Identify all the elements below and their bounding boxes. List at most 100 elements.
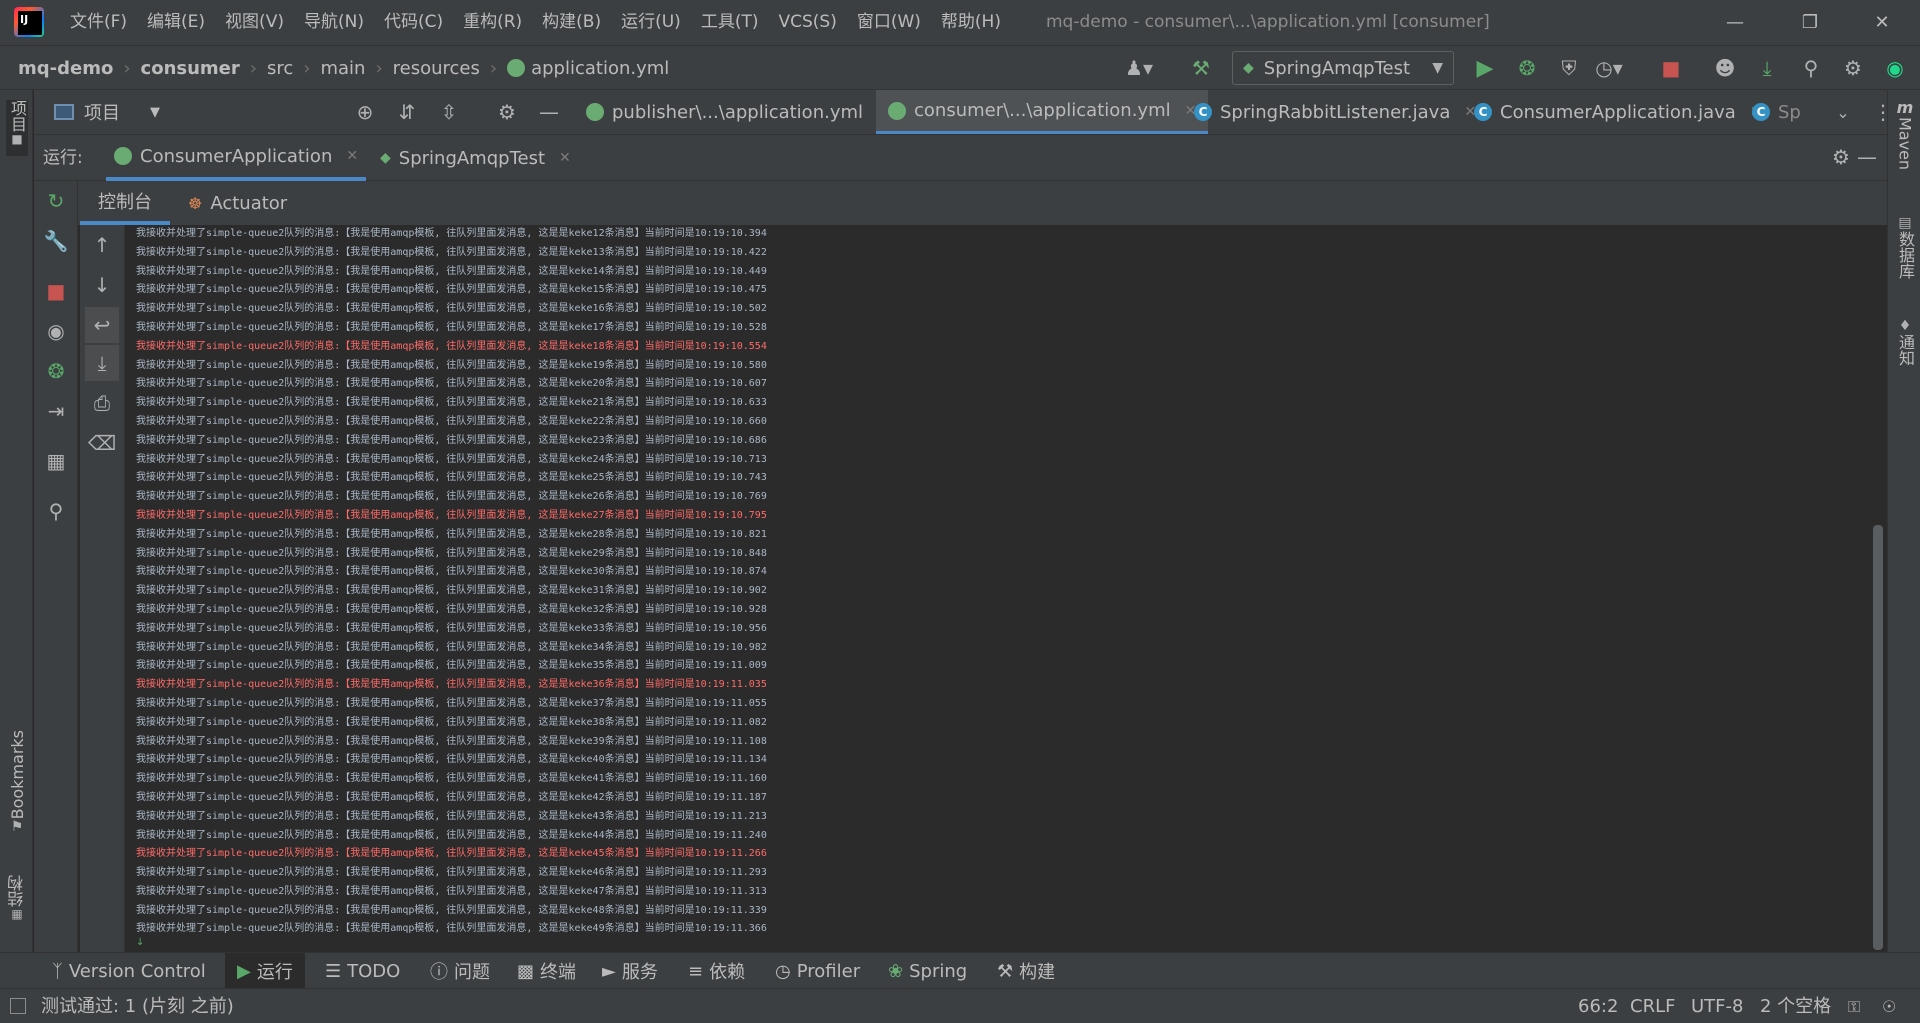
hide-run-panel-icon[interactable]: — — [1848, 135, 1886, 179]
locate-target-icon[interactable]: ⊕ — [346, 90, 384, 134]
tool-problems[interactable]: ⓘ 问题 — [418, 953, 502, 989]
file-encoding[interactable]: UTF-8 — [1691, 989, 1743, 1023]
build-hammer-icon[interactable]: ⚒ — [1182, 46, 1220, 90]
tool-profiler[interactable]: ◷ Profiler — [763, 953, 872, 989]
scroll-to-end-icon[interactable]: ⤓ — [85, 345, 119, 381]
breadcrumb-project[interactable]: mq-demo — [18, 58, 113, 79]
indent-setting[interactable]: 2 个空格 — [1760, 989, 1831, 1023]
menu-tools[interactable]: 工具(T) — [691, 0, 769, 45]
tool-spring[interactable]: ❀ Spring — [876, 953, 979, 989]
menu-file[interactable]: 文件(F) — [60, 0, 137, 45]
hide-panel-icon[interactable]: — — [530, 90, 568, 134]
show-hidden-tabs-chevron-icon[interactable]: ⌄ — [1824, 90, 1862, 134]
rerun-icon[interactable]: ↻ — [34, 181, 78, 221]
clear-trash-icon[interactable]: ⌫ — [80, 423, 124, 463]
menu-vcs[interactable]: VCS(S) — [768, 0, 846, 45]
tool-build[interactable]: ⚒ 构建 — [985, 953, 1067, 989]
menu-window[interactable]: 窗口(W) — [847, 0, 931, 45]
print-icon[interactable]: ⎙ — [80, 383, 124, 423]
structure-tool-button[interactable]: 结构 ▦ — [6, 875, 28, 921]
database-tool-button[interactable]: ▤ 数据库 — [1894, 215, 1916, 279]
status-message[interactable]: 测试通过: 1 (片刻 之前) — [41, 989, 234, 1023]
user-account-icon[interactable]: ♟▾ — [1120, 46, 1158, 90]
layout-icon[interactable]: ▦ — [34, 441, 78, 481]
project-tool-button[interactable]: 项目 ■ — [6, 100, 28, 156]
profile-icon[interactable]: ◷▾ — [1590, 46, 1628, 90]
lock-icon[interactable]: ⚿ — [1848, 989, 1860, 1023]
tool-version-control[interactable]: ᛉ Version Control — [40, 953, 218, 989]
breadcrumb-file[interactable]: application.yml — [531, 58, 669, 79]
edit-config-wrench-icon[interactable]: 🔧 — [34, 221, 78, 261]
run-play-icon[interactable]: ▶ — [1466, 46, 1504, 90]
close-window-button[interactable]: ✕ — [1852, 0, 1912, 45]
menu-navigate[interactable]: 导航(N) — [294, 0, 374, 45]
menu-run[interactable]: 运行(U) — [611, 0, 691, 45]
status-panel-toggle-icon[interactable] — [10, 998, 26, 1014]
thread-dump-camera-icon[interactable]: ◉ — [34, 311, 78, 351]
cursor-position[interactable]: 66:2 — [1578, 989, 1618, 1023]
tool-services[interactable]: ► 服务 — [590, 953, 670, 989]
intellij-logo-icon[interactable] — [14, 7, 44, 37]
tab-consumer-application-yml[interactable]: consumer\...\application.yml ✕ — [876, 90, 1209, 134]
breadcrumb-module[interactable]: consumer — [141, 58, 240, 79]
line-separator[interactable]: CRLF — [1630, 989, 1675, 1023]
exit-icon[interactable]: ⇥ — [34, 391, 78, 431]
expand-all-icon[interactable]: ⇵ — [388, 90, 426, 134]
project-settings-gear-icon[interactable]: ⚙ — [488, 90, 526, 134]
close-icon[interactable]: ✕ — [346, 148, 358, 164]
tool-dependencies[interactable]: ≡ 依赖 — [676, 953, 757, 989]
menu-refactor[interactable]: 重构(R) — [453, 0, 532, 45]
tab-sp-truncated[interactable]: C Sp — [1740, 90, 1820, 134]
bookmarks-tool-button[interactable]: Bookmarks ⚑ — [6, 730, 28, 835]
breadcrumb-main[interactable]: main — [320, 58, 365, 79]
scroll-up-arrow-icon[interactable]: ↑ — [80, 225, 124, 265]
tab-console[interactable]: 控制台 — [80, 181, 170, 225]
run-tab-consumer-application[interactable]: ConsumerApplication ✕ — [106, 135, 367, 181]
run-action-toolbar: ↻ 🔧 ■ ◉ ❂ ⇥ ▦ ⚲ — [34, 181, 78, 952]
coverage-icon[interactable]: ⛨ — [1550, 46, 1588, 90]
console-output[interactable]: 我接收并处理了simple-queue2队列的消息:【我是使用amqp模板, 往… — [126, 225, 1868, 952]
tool-terminal[interactable]: ▩ 终端 — [505, 953, 588, 989]
notifications-tool-button[interactable]: ♦ 通知 — [1894, 318, 1916, 366]
tab-spring-rabbit-listener[interactable]: C SpringRabbitListener.java ✕ — [1182, 90, 1488, 134]
inspection-icon[interactable]: ☉ — [1882, 989, 1896, 1023]
settings-gear-icon[interactable]: ⚙ — [1834, 46, 1872, 90]
search-icon[interactable]: ⚲ — [1792, 46, 1830, 90]
soft-wrap-icon[interactable]: ↩ — [85, 307, 119, 343]
restore-button[interactable]: ❐ — [1780, 0, 1840, 45]
menu-build[interactable]: 构建(B) — [532, 0, 611, 45]
more-options-icon[interactable]: ⋮ — [1864, 90, 1902, 134]
tab-publisher-application-yml[interactable]: publisher\...\application.yml ✕ — [574, 90, 901, 134]
navigation-bar: mq-demo › consumer › src › main › resour… — [0, 45, 1920, 90]
run-tab-spring-amqp-test[interactable]: ◆ SpringAmqpTest ✕ — [372, 135, 579, 181]
collapse-all-icon[interactable]: ⇳ — [430, 90, 468, 134]
close-icon[interactable]: ✕ — [559, 150, 571, 166]
debug-bug-icon[interactable]: ❂ — [1508, 46, 1546, 90]
project-view-selector[interactable]: 项目 ▼ — [54, 90, 160, 134]
stop-icon[interactable]: ■ — [34, 271, 78, 311]
minimize-button[interactable]: — — [1705, 0, 1765, 45]
tab-consumer-application-java[interactable]: C ConsumerApplication.java ✕ — [1462, 90, 1774, 134]
console-log-line: 我接收并处理了simple-queue2队列的消息:【我是使用amqp模板, 往… — [136, 754, 767, 766]
pin-icon[interactable]: ⚲ — [34, 491, 78, 531]
info-icon: ⓘ — [430, 962, 448, 983]
debug-restart-icon[interactable]: ❂ — [34, 351, 78, 391]
breadcrumb-resources[interactable]: resources — [393, 58, 480, 79]
scroll-down-arrow-icon[interactable]: ↓ — [80, 265, 124, 305]
bottom-tool-bar: ᛉ Version Control ▶ 运行 ☰ TODO ⓘ 问题 ▩ 终端 ► 服务 ≡… — [0, 952, 1920, 989]
breadcrumb-src[interactable]: src — [267, 58, 293, 79]
project-tool-label: 项目 — [8, 100, 27, 132]
menu-code[interactable]: 代码(C) — [374, 0, 453, 45]
tab-actuator[interactable]: ☸ Actuator — [170, 181, 305, 225]
stop-icon[interactable]: ■ — [1652, 46, 1690, 90]
update-download-icon[interactable]: ⤓ — [1748, 46, 1786, 90]
menu-view[interactable]: 视图(V) — [215, 0, 294, 45]
console-scrollbar-thumb[interactable] — [1873, 525, 1883, 950]
tool-run[interactable]: ▶ 运行 — [225, 953, 305, 989]
code-with-me-icon[interactable]: ☻ — [1706, 46, 1744, 90]
run-configuration-select[interactable]: ◆ SpringAmqpTest ▼ — [1232, 51, 1454, 85]
jetbrains-toolbox-icon[interactable]: ◉ — [1876, 46, 1914, 90]
menu-help[interactable]: 帮助(H) — [931, 0, 1011, 45]
tool-todo[interactable]: ☰ TODO — [313, 953, 412, 989]
menu-edit[interactable]: 编辑(E) — [137, 0, 215, 45]
